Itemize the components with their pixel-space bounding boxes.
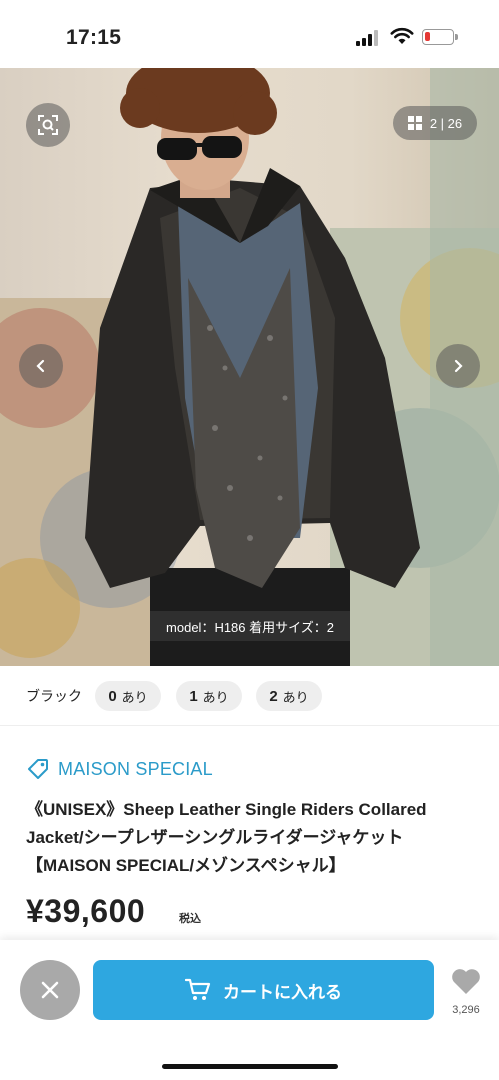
previous-image-button[interactable]: [19, 344, 63, 388]
cart-icon: [185, 978, 211, 1000]
stock-label: あり: [282, 689, 309, 705]
status-bar: 17:15: [0, 0, 499, 68]
image-counter-text: 2 | 26: [429, 115, 463, 131]
lens-icon: [38, 115, 58, 135]
brand-link[interactable]: MAISON SPECIAL: [26, 756, 213, 782]
chevron-right-icon: [454, 359, 463, 373]
size-chip-0[interactable]: 0 あり: [95, 681, 161, 711]
close-icon: [41, 981, 59, 999]
product-image[interactable]: 2 | 26 model：H186 着用サイズ：2: [0, 68, 499, 666]
status-time: 17:15: [66, 26, 122, 49]
add-to-cart-label: カートに入れる: [223, 982, 342, 1002]
title-line: 【MAISON SPECIAL/メゾンスペシャル】: [26, 856, 346, 875]
size-label: 1: [189, 687, 198, 705]
heart-icon: [452, 969, 480, 994]
title-line: Jacket/シープレザーシングルライダージャケット: [26, 828, 404, 847]
wifi-icon: [390, 27, 414, 44]
color-name: ブラック: [26, 688, 82, 704]
stock-label: あり: [202, 689, 229, 705]
next-image-button[interactable]: [436, 344, 480, 388]
model-caption: model：H186 着用サイズ：2: [150, 611, 350, 641]
product-photo: [0, 68, 499, 666]
size-chip-1[interactable]: 1 あり: [176, 681, 242, 711]
title-line: 《UNISEX》Sheep Leather Single Riders Coll…: [26, 800, 427, 819]
add-to-cart-button[interactable]: カートに入れる: [93, 960, 434, 1020]
close-button[interactable]: [20, 960, 80, 1020]
product-title: 《UNISEX》Sheep Leather Single Riders Coll…: [26, 796, 476, 880]
bottom-action-bar: カートに入れる 3,296: [0, 940, 499, 1080]
favorite-count: 3,296: [452, 1004, 480, 1016]
image-search-button[interactable]: [26, 103, 70, 147]
color-size-selector: ブラック 0 あり 1 あり 2 あり: [0, 666, 499, 726]
product-price: ¥39,600: [26, 893, 146, 929]
home-indicator[interactable]: [162, 1064, 338, 1069]
chevron-left-icon: [36, 359, 45, 373]
size-label: 2: [269, 687, 278, 705]
grid-icon: [407, 116, 422, 130]
tax-label: 税込: [179, 913, 201, 925]
stock-label: あり: [121, 689, 148, 705]
image-counter[interactable]: 2 | 26: [393, 106, 477, 140]
size-chip-2[interactable]: 2 あり: [256, 681, 322, 711]
favorite-button[interactable]: 3,296: [446, 968, 486, 1016]
size-label: 0: [108, 687, 117, 705]
battery-icon: [422, 29, 458, 45]
brand-name: MAISON SPECIAL: [58, 758, 213, 779]
battery-level: [425, 32, 430, 41]
tag-icon: [28, 759, 48, 779]
signal-icon: [356, 30, 382, 46]
